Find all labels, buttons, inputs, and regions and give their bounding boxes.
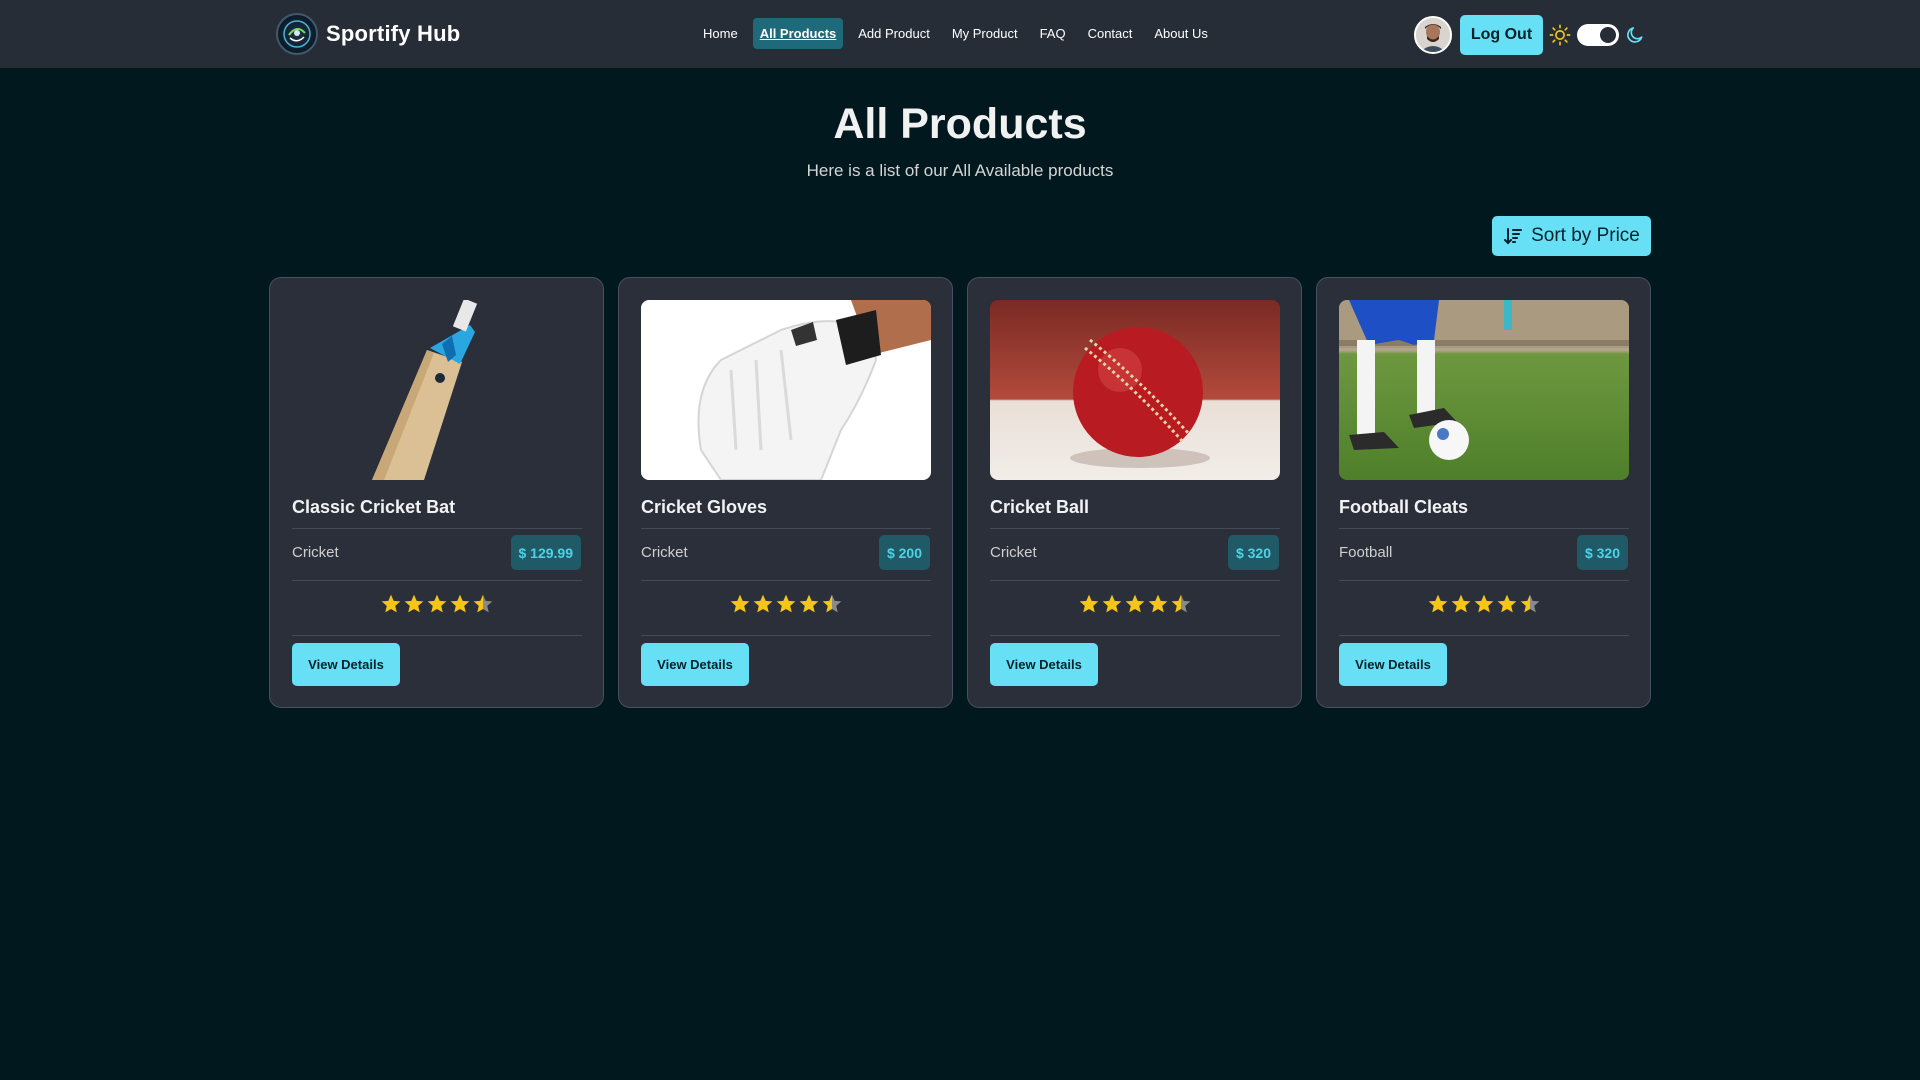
nav-link-add-product[interactable]: Add Product bbox=[851, 18, 937, 49]
product-card: Cricket Ball Cricket $ 320 View Details bbox=[967, 277, 1302, 708]
brand[interactable]: Sportify Hub bbox=[276, 13, 460, 55]
brand-logo bbox=[276, 13, 318, 55]
product-category: Cricket bbox=[641, 544, 688, 561]
sort-by-price-button[interactable]: Sort by Price bbox=[1492, 216, 1651, 256]
star-icon bbox=[450, 594, 469, 613]
nav-link-faq[interactable]: FAQ bbox=[1033, 18, 1073, 49]
nav-link-about-us[interactable]: About Us bbox=[1147, 18, 1214, 49]
divider bbox=[990, 635, 1280, 636]
divider bbox=[292, 635, 582, 636]
star-icon bbox=[1520, 594, 1539, 613]
star-rating bbox=[968, 593, 1301, 615]
star-icon bbox=[1148, 594, 1167, 613]
theme-toggle-knob bbox=[1600, 27, 1616, 43]
star-icon bbox=[730, 594, 749, 613]
star-icon bbox=[473, 594, 492, 613]
product-card: Football Cleats Football $ 320 View Deta… bbox=[1316, 277, 1651, 708]
product-category: Cricket bbox=[292, 544, 339, 561]
star-icon bbox=[753, 594, 772, 613]
nav-link-all-products[interactable]: All Products bbox=[752, 18, 844, 49]
divider bbox=[990, 528, 1280, 529]
price-badge: $ 320 bbox=[1576, 535, 1628, 570]
product-image-cricket-ball bbox=[990, 300, 1280, 480]
nav-actions: Log Out bbox=[1414, 15, 1645, 55]
star-icon bbox=[1102, 594, 1121, 613]
star-icon bbox=[1171, 594, 1190, 613]
product-category: Cricket bbox=[990, 544, 1037, 561]
product-name: Cricket Ball bbox=[990, 497, 1090, 517]
nav-link-my-product[interactable]: My Product bbox=[945, 18, 1025, 49]
product-image-cricket-gloves bbox=[641, 300, 931, 480]
star-rating bbox=[619, 593, 952, 615]
moon-icon[interactable] bbox=[1625, 25, 1645, 45]
sun-icon[interactable] bbox=[1549, 24, 1571, 46]
star-icon bbox=[1079, 594, 1098, 613]
divider bbox=[292, 528, 582, 529]
product-name: Football Cleats bbox=[1339, 497, 1469, 517]
star-icon bbox=[822, 594, 841, 613]
star-rating bbox=[270, 593, 603, 615]
divider bbox=[1339, 580, 1629, 581]
divider bbox=[641, 635, 931, 636]
avatar[interactable] bbox=[1414, 16, 1452, 54]
theme-toggle[interactable] bbox=[1577, 24, 1619, 46]
star-icon bbox=[1451, 594, 1470, 613]
star-icon bbox=[1474, 594, 1493, 613]
sort-button-label: Sort by Price bbox=[1531, 225, 1640, 246]
sort-descending-icon bbox=[1504, 228, 1523, 245]
star-rating bbox=[1317, 593, 1650, 615]
view-details-button[interactable]: View Details bbox=[1339, 643, 1447, 686]
page-title: All Products bbox=[833, 100, 1087, 148]
view-details-button[interactable]: View Details bbox=[990, 643, 1098, 686]
star-icon bbox=[404, 594, 423, 613]
page-subtitle: Here is a list of our All Available prod… bbox=[806, 161, 1114, 180]
divider bbox=[641, 528, 931, 529]
product-grid: Classic Cricket Bat Cricket $ 129.99 Vie… bbox=[269, 277, 1651, 708]
star-icon bbox=[381, 594, 400, 613]
view-details-button[interactable]: View Details bbox=[641, 643, 749, 686]
star-icon bbox=[799, 594, 818, 613]
product-card: Cricket Gloves Cricket $ 200 View Detail… bbox=[618, 277, 953, 708]
divider bbox=[1339, 528, 1629, 529]
product-category: Football bbox=[1339, 544, 1393, 561]
price-badge: $ 320 bbox=[1227, 535, 1279, 570]
logout-button[interactable]: Log Out bbox=[1460, 15, 1543, 55]
divider bbox=[990, 580, 1280, 581]
star-icon bbox=[1125, 594, 1144, 613]
product-image-cricket-bat bbox=[292, 300, 582, 480]
brand-name: Sportify Hub bbox=[326, 21, 461, 46]
price-badge: $ 129.99 bbox=[510, 535, 581, 570]
divider bbox=[1339, 635, 1629, 636]
star-icon bbox=[1497, 594, 1516, 613]
star-icon bbox=[427, 594, 446, 613]
product-image-football-cleats bbox=[1339, 300, 1629, 480]
navbar: Sportify Hub Home All Products Add Produ… bbox=[0, 0, 1920, 68]
nav-link-contact[interactable]: Contact bbox=[1081, 18, 1140, 49]
product-name: Classic Cricket Bat bbox=[292, 497, 456, 517]
divider bbox=[292, 580, 582, 581]
divider bbox=[641, 580, 931, 581]
product-name: Cricket Gloves bbox=[641, 497, 768, 517]
price-badge: $ 200 bbox=[878, 535, 930, 570]
nav-links: Home All Products Add Product My Product… bbox=[692, 18, 1219, 49]
star-icon bbox=[1428, 594, 1447, 613]
product-card: Classic Cricket Bat Cricket $ 129.99 Vie… bbox=[269, 277, 604, 708]
star-icon bbox=[776, 594, 795, 613]
view-details-button[interactable]: View Details bbox=[292, 643, 400, 686]
nav-link-home[interactable]: Home bbox=[696, 18, 745, 49]
